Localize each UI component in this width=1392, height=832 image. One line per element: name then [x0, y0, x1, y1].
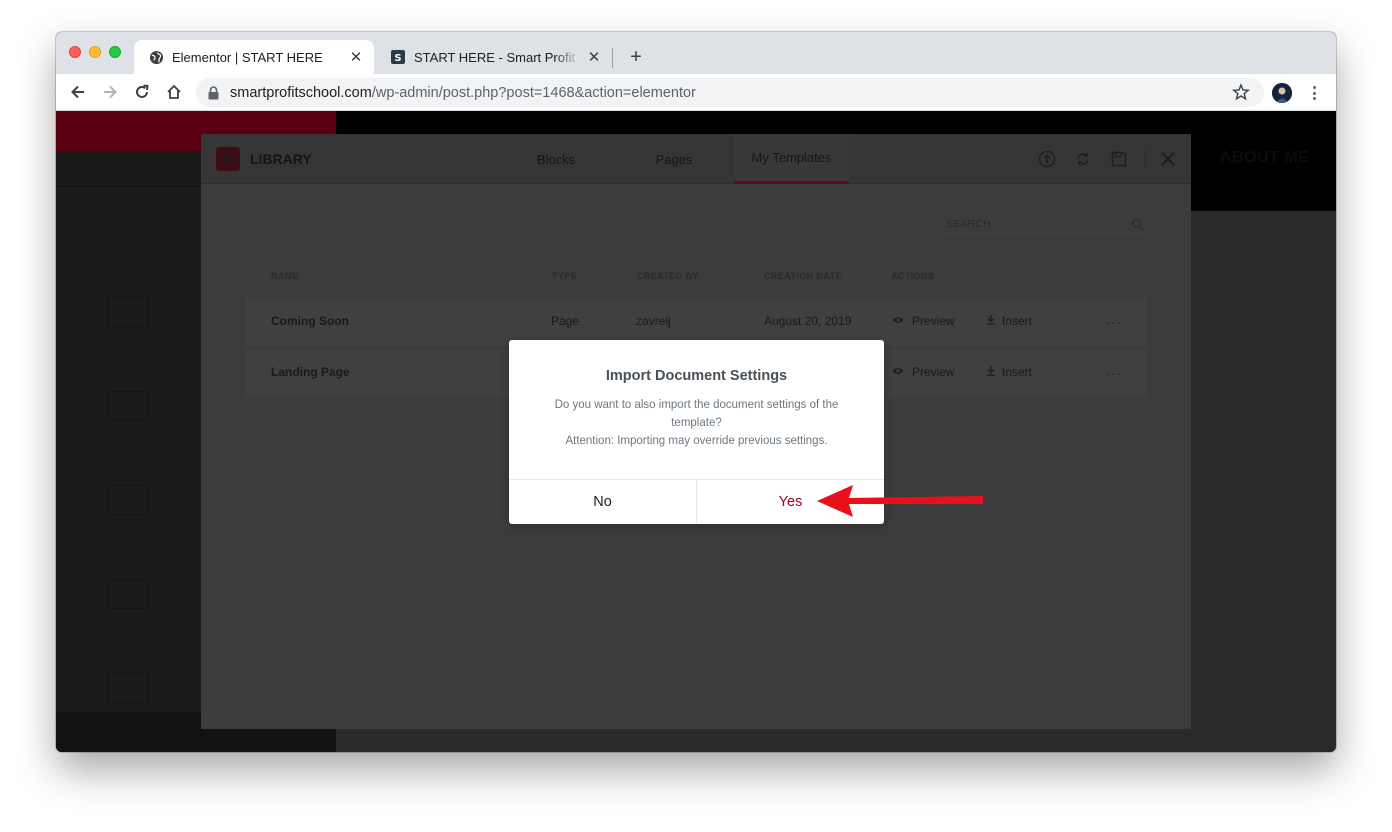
- url-path: /wp-admin/post.php?post=1468&action=elem…: [371, 84, 696, 101]
- template-type: Page: [551, 314, 580, 328]
- header-divider: [1145, 149, 1146, 169]
- template-date: August 20, 2019: [764, 314, 852, 328]
- column-header-type: TYPE: [552, 271, 578, 281]
- save-icon[interactable]: [1110, 150, 1128, 168]
- tab-start-here[interactable]: S START HERE - Smart Profit School ✕: [376, 40, 612, 74]
- browser-toolbar: smartprofitschool.com/wp-admin/post.php?…: [56, 74, 1336, 111]
- lock-icon: [208, 85, 220, 100]
- dialog-message: Do you want to also import the document …: [539, 396, 854, 450]
- close-tab-icon[interactable]: ✕: [586, 49, 602, 66]
- bookmark-star-icon[interactable]: [1231, 83, 1251, 101]
- zoom-window-button[interactable]: [109, 46, 121, 58]
- divider-widget: [108, 579, 148, 609]
- tab-title: START HERE - Smart Profit School: [414, 49, 580, 65]
- preview-button[interactable]: Preview: [912, 314, 955, 328]
- url-host: smartprofitschool.com: [230, 84, 372, 101]
- preview-eye-icon: [892, 314, 904, 328]
- close-tab-icon[interactable]: ✕: [348, 49, 364, 66]
- tab-pages[interactable]: Pages: [629, 134, 719, 184]
- insert-button[interactable]: Insert: [1002, 365, 1032, 379]
- tab-blocks[interactable]: Blocks: [511, 134, 601, 184]
- svg-text:S: S: [394, 53, 401, 64]
- dialog-message-line: Attention: Importing may override previo…: [565, 435, 828, 447]
- tab-my-templates[interactable]: My Templates: [734, 134, 849, 184]
- elementor-logo-icon: [216, 147, 240, 171]
- library-header: LIBRARY Blocks Pages My Templates: [201, 134, 1191, 184]
- new-tab-button[interactable]: +: [624, 45, 648, 69]
- video-widget: [108, 485, 148, 515]
- template-name: Coming Soon: [271, 314, 349, 328]
- template-author: zavreij: [636, 314, 671, 328]
- table-row: Coming Soon Page zavreij August 20, 2019…: [246, 298, 1146, 346]
- back-arrow-icon[interactable]: [66, 80, 90, 104]
- sync-icon[interactable]: [1074, 150, 1092, 168]
- more-options-icon[interactable]: ···: [1105, 314, 1122, 330]
- close-window-button[interactable]: [69, 46, 81, 58]
- minimize-window-button[interactable]: [89, 46, 101, 58]
- home-icon[interactable]: [162, 80, 186, 104]
- browser-window: Elementor | START HERE ✕ S START HERE - …: [56, 32, 1336, 752]
- tab-strip: Elementor | START HERE ✕ S START HERE - …: [56, 32, 1336, 74]
- search-input[interactable]: SEARCH: [946, 214, 1146, 239]
- red-arrow-annotation: [817, 483, 985, 519]
- search-placeholder: SEARCH: [946, 219, 991, 230]
- search-icon: [1131, 218, 1144, 231]
- close-icon[interactable]: [1159, 150, 1177, 168]
- dialog-title: Import Document Settings: [605, 368, 788, 384]
- forward-arrow-icon[interactable]: [98, 80, 122, 104]
- globe-icon: [148, 49, 164, 65]
- profile-avatar[interactable]: [1272, 83, 1292, 103]
- library-title: LIBRARY: [250, 151, 312, 167]
- template-name: Landing Page: [271, 365, 350, 379]
- map-widget: [108, 673, 148, 703]
- reload-icon[interactable]: [130, 80, 154, 104]
- column-header-actions: ACTIONS: [891, 271, 935, 281]
- nav-about-me: ABOUT ME: [1220, 149, 1310, 166]
- insert-button[interactable]: Insert: [1002, 314, 1032, 328]
- column-header-creation-date: CREATION DATE: [764, 271, 842, 281]
- dialog-message-line: Do you want to also import the document …: [554, 399, 839, 429]
- insert-download-icon: [986, 365, 996, 379]
- inner-section-widget: [108, 297, 148, 327]
- no-button[interactable]: No: [509, 480, 697, 524]
- tab-elementor[interactable]: Elementor | START HERE ✕: [134, 40, 374, 74]
- upload-icon[interactable]: [1038, 150, 1056, 168]
- preview-button[interactable]: Preview: [912, 365, 955, 379]
- site-favicon-icon: S: [390, 49, 406, 65]
- insert-download-icon: [986, 314, 996, 328]
- column-header-name: NAME: [271, 271, 300, 281]
- address-bar[interactable]: smartprofitschool.com/wp-admin/post.php?…: [196, 78, 1264, 107]
- browser-menu-icon[interactable]: [1306, 83, 1322, 103]
- tab-separator: [612, 48, 613, 68]
- more-options-icon[interactable]: ···: [1105, 365, 1122, 381]
- tab-title: Elementor | START HERE: [172, 49, 323, 65]
- preview-eye-icon: [892, 365, 904, 379]
- column-header-created-by: CREATED BY: [637, 271, 699, 281]
- image-widget: [108, 391, 148, 421]
